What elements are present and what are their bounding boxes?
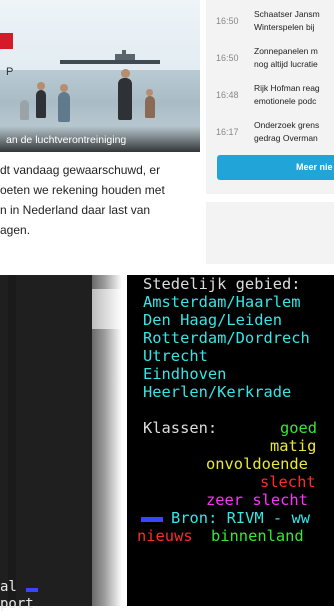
source-text: Bron: RIVM - ww bbox=[171, 509, 310, 527]
footer-section-label: nieuws bbox=[137, 527, 193, 545]
left-terminal-bar bbox=[26, 588, 38, 592]
person-head bbox=[121, 69, 130, 78]
divider-highlight bbox=[92, 289, 122, 329]
person-head bbox=[146, 89, 153, 96]
red-tab[interactable] bbox=[0, 33, 13, 49]
news-time: 16:48 bbox=[216, 90, 239, 100]
source-bar bbox=[141, 517, 163, 522]
news-title-line: Schaatser Jansm bbox=[254, 9, 320, 19]
news-title-line: Zonnepanelen m bbox=[254, 46, 318, 56]
news-time: 16:50 bbox=[216, 16, 239, 26]
class-matig: matig bbox=[270, 437, 317, 455]
article-line: dt vandaag gewaarschuwd, er bbox=[0, 163, 161, 177]
ship-shape bbox=[60, 50, 160, 64]
news-title-line: emotionele podc bbox=[254, 96, 317, 106]
left-terminal-pane: al port bbox=[0, 275, 92, 612]
person-figure bbox=[20, 100, 29, 120]
terminal-heading: Stedelijk gebied: bbox=[143, 275, 301, 293]
news-title-line: gedrag Overman bbox=[254, 133, 318, 143]
news-title: Onderzoek grens gedrag Overman bbox=[254, 119, 334, 145]
class-slecht: slecht bbox=[260, 473, 316, 491]
class-onvoldoende: onvoldoende bbox=[206, 455, 308, 473]
region-line: Rotterdam/Dordrech bbox=[143, 329, 310, 347]
pane-divider bbox=[92, 275, 122, 606]
person-head bbox=[60, 84, 68, 92]
person-figure bbox=[145, 96, 155, 118]
news-title-line: Rijk Hofman reag bbox=[254, 83, 320, 93]
article-line: oeten we rekening houden met bbox=[0, 183, 165, 197]
article-line: agen. bbox=[0, 223, 31, 237]
person-figure bbox=[58, 92, 70, 122]
region-line: Heerlen/Kerkrade bbox=[143, 383, 292, 401]
class-goed: goed bbox=[280, 419, 318, 437]
region-line: Utrecht bbox=[143, 347, 208, 365]
pane-stripe bbox=[8, 275, 16, 606]
person-figure bbox=[36, 90, 46, 118]
article-photo[interactable]: an de luchtverontreiniging bbox=[0, 0, 200, 152]
news-title-line: Winterspelen bij bbox=[254, 22, 315, 32]
news-title: Schaatser Jansm Winterspelen bij bbox=[254, 8, 334, 34]
news-title-line: nog altijd lucratie bbox=[254, 59, 318, 69]
classes-label: Klassen: bbox=[143, 419, 218, 437]
article-line: n in Nederland daar last van bbox=[0, 203, 151, 217]
region-line: Den Haag/Leiden bbox=[143, 311, 282, 329]
sidebar-box bbox=[206, 202, 334, 264]
news-title: Zonnepanelen m nog altijd lucratie bbox=[254, 45, 334, 71]
side-letter: P bbox=[6, 66, 14, 78]
news-time: 16:50 bbox=[216, 53, 239, 63]
left-terminal-text: al bbox=[0, 579, 17, 595]
more-news-button[interactable]: Meer nie bbox=[217, 155, 334, 180]
news-title: Rijk Hofman reag emotionele podc bbox=[254, 82, 334, 108]
class-zeer-slecht: zeer slecht bbox=[206, 491, 308, 509]
left-terminal-text: port bbox=[0, 596, 34, 612]
article-body: dt vandaag gewaarschuwd, er oeten we rek… bbox=[0, 160, 200, 272]
news-sidebar: 16:50 Schaatser Jansm Winterspelen bij 1… bbox=[206, 0, 334, 194]
teletext-terminal: Stedelijk gebied: Amsterdam/Haarlem Den … bbox=[127, 275, 334, 606]
photo-caption: an de luchtverontreiniging bbox=[0, 126, 200, 152]
news-time: 16:17 bbox=[216, 127, 239, 137]
photo-caption-text: an de luchtverontreiniging bbox=[6, 134, 127, 146]
person-head bbox=[37, 82, 45, 90]
news-title-line: Onderzoek grens bbox=[254, 120, 320, 130]
web-page: an de luchtverontreiniging P dt vandaag … bbox=[0, 0, 334, 275]
region-line: Amsterdam/Haarlem bbox=[143, 293, 301, 311]
footer-category-label: binnenland bbox=[211, 527, 304, 545]
region-line: Eindhoven bbox=[143, 365, 227, 383]
more-news-label: Meer nie bbox=[296, 162, 333, 172]
person-figure bbox=[118, 78, 132, 120]
